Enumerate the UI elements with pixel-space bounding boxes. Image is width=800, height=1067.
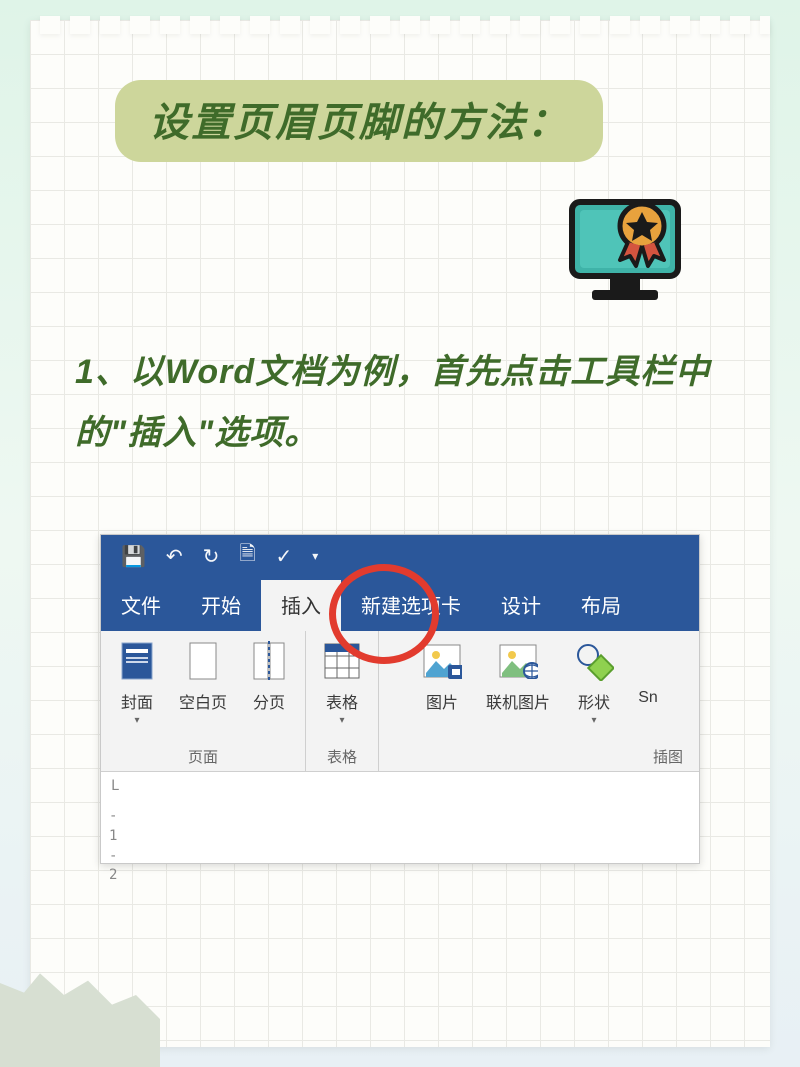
btn-table[interactable]: 表格 ▾ [316,639,368,740]
dropdown-icon: ▾ [134,715,139,726]
picture-icon [422,639,462,683]
group-tables: 表格 ▾ 表格 [306,631,379,771]
tab-home[interactable]: 开始 [181,580,261,631]
btn-page-break[interactable]: 分页 [243,639,295,740]
btn-online-picture[interactable]: 联机图片 [482,639,554,740]
quick-access-toolbar: 💾 ↶ ↻ 🗎 ✓ ▾ [101,535,699,577]
qat-more[interactable]: ▾ [312,549,318,563]
dropdown-icon: ▾ [591,715,596,726]
btn-picture[interactable]: 图片 [416,639,468,740]
group-illustrations: 图片 联机图片 形状 ▾ [379,631,699,771]
redo-icon[interactable]: ↻ [203,544,220,569]
undo-icon[interactable]: ↶ [166,544,183,569]
btn-smartart[interactable]: Sn [634,639,662,740]
tab-newtab[interactable]: 新建选项卡 [341,580,481,631]
step-1-text: 1、以Word文档为例，首先点击工具栏中的"插入"选项。 [75,342,725,464]
btn-blank-page[interactable]: 空白页 [177,639,229,740]
qat-icon-2[interactable]: ✓ [276,544,293,569]
tab-layout[interactable]: 布局 [561,580,641,631]
ribbon: 封面 ▾ 空白页 分页 [101,631,699,771]
word-screenshot-wrap: 💾 ↶ ↻ 🗎 ✓ ▾ 文件 开始 插入 新建选项卡 设计 布局 [75,534,725,864]
dropdown-icon: ▾ [339,715,344,726]
smartart-icon [628,639,668,683]
qat-icon-1[interactable]: 🗎 [239,539,255,573]
tab-file[interactable]: 文件 [101,580,181,631]
note-paper: 设置页眉页脚的方法： 1、以Word文档为例，首先点击工具栏中的"插入"选项。 … [30,20,770,1047]
ribbon-tabs: 文件 开始 插入 新建选项卡 设计 布局 [101,577,699,631]
tab-design[interactable]: 设计 [481,580,561,631]
highlight-title: 设置页眉页脚的方法： [115,80,603,162]
page-break-icon [249,639,289,683]
tab-insert[interactable]: 插入 [261,580,341,631]
group-pages: 封面 ▾ 空白页 分页 [101,631,306,771]
table-icon [322,639,362,683]
computer-award-icon [560,190,690,325]
group-label-pages: 页面 [188,740,218,767]
blank-page-icon [183,639,223,683]
cover-page-icon [117,639,157,683]
save-icon[interactable]: 💾 [121,544,146,569]
horizontal-ruler: L [101,771,699,803]
btn-cover[interactable]: 封面 ▾ [111,639,163,740]
btn-shapes[interactable]: 形状 ▾ [568,639,620,740]
vertical-ruler: -1-2 [101,803,699,863]
group-label-illustrations: 插图 [653,740,683,767]
page-title: 设置页眉页脚的方法： [149,101,569,145]
online-picture-icon [498,639,538,683]
shapes-icon [574,639,614,683]
word-screenshot: 💾 ↶ ↻ 🗎 ✓ ▾ 文件 开始 插入 新建选项卡 设计 布局 [100,534,700,864]
group-label-tables: 表格 [327,740,357,767]
